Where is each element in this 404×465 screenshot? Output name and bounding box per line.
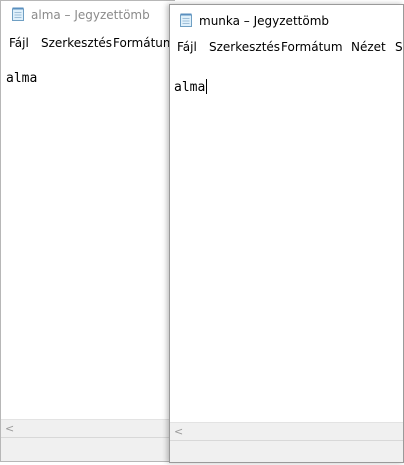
menu-format[interactable]: Formátum bbox=[113, 36, 175, 50]
horizontal-scrollbar[interactable]: < bbox=[170, 422, 403, 440]
menu-file[interactable]: Fájl bbox=[177, 40, 197, 54]
menu-edit[interactable]: Szerkesztés bbox=[41, 36, 112, 50]
window-title: munka – Jegyzettömb bbox=[199, 14, 330, 28]
menu-view[interactable]: Nézet bbox=[351, 40, 386, 54]
editor-text: alma bbox=[6, 71, 38, 86]
menu-bar: Fájl Szerkesztés Formátum Nézet Sú bbox=[170, 38, 403, 58]
editor-text: alma bbox=[174, 80, 206, 95]
text-editor[interactable]: alma bbox=[6, 71, 175, 86]
text-editor[interactable]: alma bbox=[174, 79, 403, 95]
menu-help[interactable]: Sú bbox=[395, 40, 403, 54]
menu-format[interactable]: Formátum bbox=[281, 40, 343, 54]
menu-edit[interactable]: Szerkesztés bbox=[209, 40, 280, 54]
status-bar bbox=[1, 437, 175, 461]
notepad-icon bbox=[11, 7, 24, 21]
menu-file[interactable]: Fájl bbox=[9, 36, 29, 50]
menu-bar: Fájl Szerkesztés Formátum bbox=[1, 34, 175, 54]
scroll-left-icon[interactable]: < bbox=[5, 422, 14, 435]
title-bar[interactable]: munka – Jegyzettömb bbox=[170, 5, 403, 33]
window-title: alma – Jegyzettömb bbox=[31, 8, 150, 22]
notepad-window-munka[interactable]: munka – Jegyzettömb Fájl Szerkesztés For… bbox=[169, 4, 404, 463]
notepad-window-alma[interactable]: alma – Jegyzettömb Fájl Szerkesztés Form… bbox=[0, 0, 175, 462]
scroll-left-icon[interactable]: < bbox=[174, 425, 183, 438]
text-caret bbox=[206, 79, 208, 94]
notepad-icon bbox=[179, 13, 192, 27]
title-bar[interactable]: alma – Jegyzettömb bbox=[1, 1, 175, 29]
status-bar bbox=[170, 440, 403, 462]
horizontal-scrollbar[interactable]: < bbox=[1, 419, 175, 437]
